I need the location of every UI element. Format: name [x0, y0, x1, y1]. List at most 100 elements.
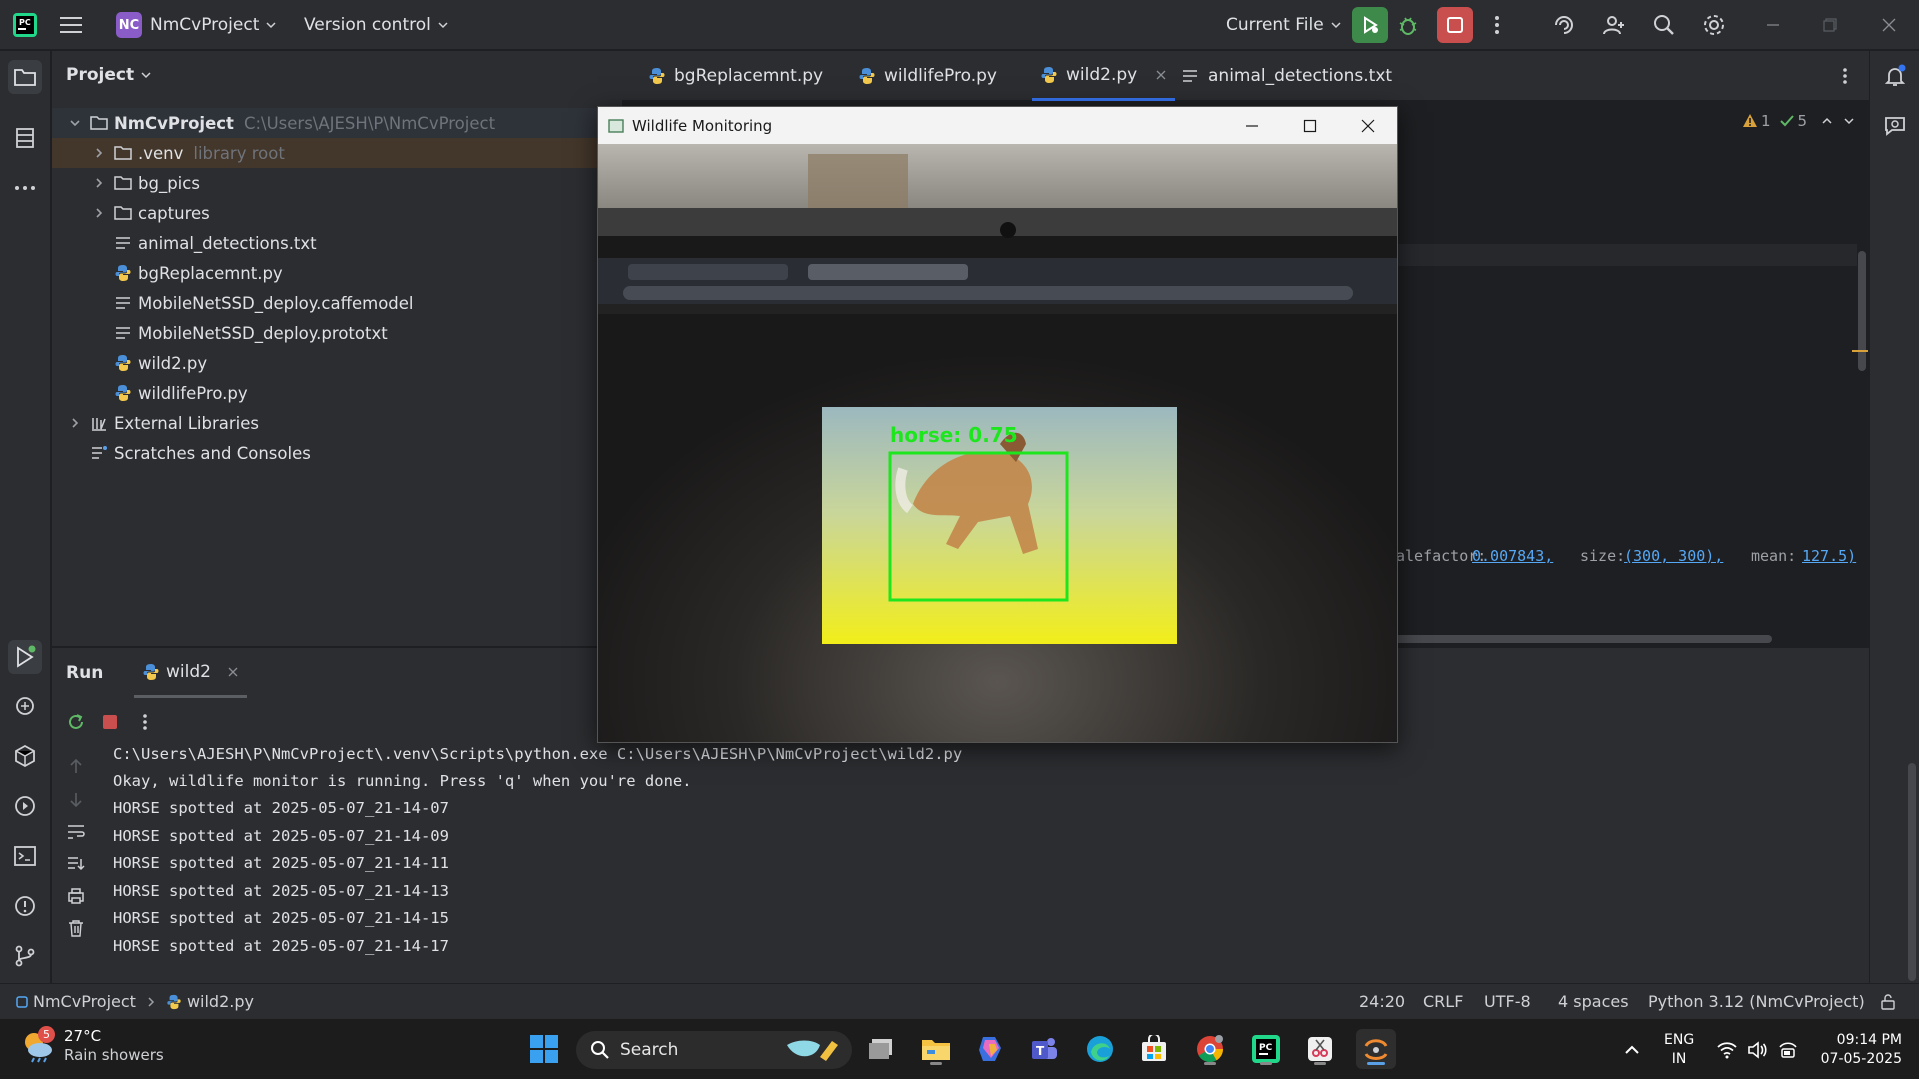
restore-icon[interactable] — [1819, 14, 1841, 36]
close-tab-icon[interactable] — [1155, 69, 1167, 81]
run-tab-wild2[interactable]: wild2 — [134, 648, 247, 698]
teams-button[interactable]: T — [1024, 1029, 1064, 1069]
tree-item-venv[interactable]: .venv library root — [52, 138, 622, 168]
volume-icon[interactable] — [1746, 1039, 1768, 1061]
git-button[interactable] — [8, 939, 42, 973]
soft-wrap-icon[interactable] — [64, 820, 88, 844]
wildlife-monitoring-window[interactable]: Wildlife Monitoring horse: 0.75 — [597, 106, 1398, 743]
tree-item-external-libraries[interactable]: External Libraries — [52, 408, 622, 438]
tree-item-bg-pics[interactable]: bg_pics — [52, 168, 622, 198]
snipping-tool-button[interactable] — [1300, 1029, 1340, 1069]
opencv-window-button[interactable] — [1356, 1029, 1396, 1069]
scroll-up-icon[interactable] — [64, 754, 88, 778]
wifi-icon[interactable] — [1716, 1039, 1738, 1061]
settings-gear-icon[interactable] — [1700, 12, 1728, 38]
tab-animal-detections[interactable]: animal_detections.txt — [1174, 51, 1400, 101]
trash-icon[interactable] — [64, 916, 88, 940]
tree-item-project-root[interactable]: NmCvProject C:\Users\AJESH\P\NmCvProject — [52, 108, 622, 138]
tree-item-wildlifepro[interactable]: wildlifePro.py — [52, 378, 622, 408]
stop-button[interactable] — [1437, 7, 1473, 43]
tree-item-captures[interactable]: captures — [52, 198, 622, 228]
console-output[interactable]: C:\Users\AJESH\P\NmCvProject\.venv\Scrip… — [102, 741, 1916, 983]
task-view-button[interactable] — [862, 1029, 902, 1069]
tray-overflow-chevron-up-icon[interactable] — [1620, 1039, 1644, 1061]
run-tool-button[interactable] — [8, 640, 42, 674]
terminal-button[interactable] — [8, 839, 42, 873]
ai-assistant-icon[interactable] — [1550, 12, 1578, 38]
pycharm-button[interactable]: PC — [1246, 1029, 1286, 1069]
tab-wildlifepro[interactable]: wildlifePro.py — [850, 51, 1005, 101]
chrome-button[interactable] — [1190, 1029, 1230, 1069]
chevron-up-icon[interactable] — [1821, 115, 1833, 127]
ai-chat-icon[interactable] — [1882, 113, 1908, 139]
print-icon[interactable] — [64, 884, 88, 908]
line-separator[interactable]: CRLF — [1423, 984, 1463, 1019]
caret-position[interactable]: 24:20 — [1359, 984, 1405, 1019]
close-icon[interactable] — [1878, 14, 1900, 36]
debug-button[interactable] — [1396, 13, 1420, 37]
language-indicator[interactable]: ENG IN — [1664, 1031, 1694, 1069]
stop-icon[interactable] — [98, 710, 122, 734]
version-control-menu[interactable]: Version control — [304, 0, 449, 50]
chevron-down-icon[interactable] — [1843, 115, 1855, 127]
inspection-widget[interactable]: 1 5 — [1742, 109, 1855, 133]
more-actions-icon[interactable] — [1487, 14, 1507, 36]
project-selector[interactable]: NC NmCvProject — [116, 0, 277, 50]
edge-button[interactable] — [1080, 1029, 1120, 1069]
close-tab-icon[interactable] — [227, 666, 239, 678]
search-icon[interactable] — [1650, 12, 1678, 38]
tab-bgreplacemnt[interactable]: bgReplacemnt.py — [640, 51, 831, 101]
project-tool-button[interactable] — [8, 60, 42, 94]
indent-setting[interactable]: 4 spaces — [1558, 984, 1629, 1019]
popup-title-bar[interactable]: Wildlife Monitoring — [598, 107, 1397, 144]
scroll-to-end-icon[interactable] — [64, 852, 88, 876]
clock[interactable]: 09:14 PM 07-05-2025 — [1814, 1031, 1902, 1069]
app-logo-icon[interactable]: PC — [12, 0, 38, 50]
file-explorer-button[interactable] — [916, 1029, 956, 1069]
scroll-down-icon[interactable] — [64, 788, 88, 812]
tab-options-icon[interactable] — [1840, 66, 1850, 86]
console-scrollbar[interactable] — [1908, 763, 1916, 981]
more-actions-icon[interactable] — [138, 710, 152, 734]
breadcrumb-file[interactable]: wild2.py — [187, 992, 254, 1011]
file-encoding[interactable]: UTF-8 — [1484, 984, 1531, 1019]
python-interpreter[interactable]: Python 3.12 (NmCvProject) — [1648, 984, 1865, 1019]
tree-item-caffemodel[interactable]: MobileNetSSD_deploy.caffemodel — [52, 288, 622, 318]
rerun-icon[interactable] — [64, 710, 88, 734]
chevron-right-icon — [96, 178, 103, 188]
battery-icon[interactable] — [1776, 1039, 1800, 1061]
tree-item-scratches[interactable]: Scratches and Consoles — [52, 438, 622, 468]
editor-vertical-scrollbar[interactable] — [1858, 251, 1866, 371]
lock-icon[interactable] — [1880, 984, 1896, 1019]
tab-wild2[interactable]: wild2.py — [1032, 51, 1176, 101]
packages-button[interactable] — [8, 739, 42, 773]
taskbar-search[interactable]: Search — [576, 1031, 852, 1069]
copilot-button[interactable] — [970, 1029, 1010, 1069]
structure-tool-button[interactable] — [8, 121, 42, 155]
store-button[interactable] — [1134, 1029, 1174, 1069]
editor-horizontal-scrollbar[interactable] — [1392, 635, 1772, 643]
close-icon[interactable] — [1361, 119, 1375, 133]
start-button[interactable] — [524, 1029, 564, 1069]
python-packages-button[interactable] — [8, 689, 42, 723]
services-button[interactable] — [8, 789, 42, 823]
add-user-icon[interactable] — [1600, 12, 1628, 38]
tree-item-prototxt[interactable]: MobileNetSSD_deploy.prototxt — [52, 318, 622, 348]
tree-item-animal-detections[interactable]: animal_detections.txt — [52, 228, 622, 258]
project-panel-header[interactable]: Project — [66, 65, 152, 85]
more-tools-button[interactable] — [8, 171, 42, 205]
weather-widget[interactable]: 5 27°C Rain showers — [20, 1026, 164, 1065]
search-highlight-icon — [787, 1040, 838, 1061]
minimize-icon[interactable] — [1245, 119, 1259, 133]
run-config-selector[interactable]: Current File — [1226, 0, 1342, 50]
warning-marker[interactable] — [1852, 350, 1868, 352]
rerun-button[interactable] — [1352, 7, 1388, 43]
notifications-bell-icon[interactable] — [1882, 63, 1908, 89]
tree-item-bgreplacemnt[interactable]: bgReplacemnt.py — [52, 258, 622, 288]
problems-button[interactable] — [8, 889, 42, 923]
main-menu-icon[interactable] — [60, 0, 82, 50]
breadcrumb-project[interactable]: NmCvProject — [33, 992, 136, 1011]
minimize-icon[interactable] — [1762, 14, 1784, 36]
maximize-icon[interactable] — [1303, 119, 1317, 133]
tree-item-wild2[interactable]: wild2.py — [52, 348, 622, 378]
